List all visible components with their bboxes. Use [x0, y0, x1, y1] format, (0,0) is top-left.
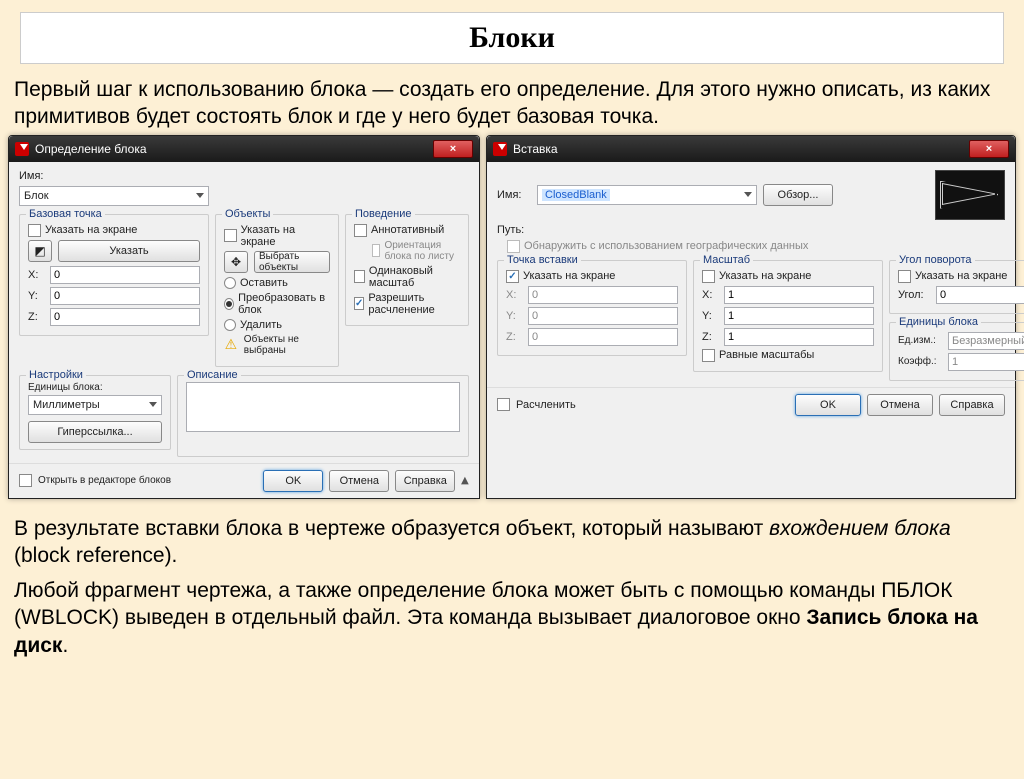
name-label: Имя: [19, 170, 43, 182]
base-y-input[interactable] [50, 287, 200, 305]
base-x-input[interactable] [50, 266, 200, 284]
intro-paragraph: Первый шаг к использованию блока — созда… [0, 72, 1024, 135]
dialog-titlebar: Определение блока × [9, 136, 479, 162]
app-icon [493, 142, 507, 156]
block-definition-dialog: Определение блока × Имя: Блок Базовая то… [8, 135, 480, 499]
pick-point-button[interactable]: Указать [58, 240, 200, 262]
annotative-checkbox[interactable] [354, 224, 367, 237]
cancel-button[interactable]: Отмена [329, 470, 389, 492]
dialog-titlebar: Вставка × [487, 136, 1015, 162]
select-objects-icon-button[interactable]: ✥ [224, 251, 248, 273]
page-title: Блоки [21, 21, 1003, 55]
close-button[interactable]: × [969, 140, 1009, 158]
block-unit-fieldset: Единицы блока Ед.изм.: Коэфф.: [889, 322, 1024, 381]
outro-paragraph-2: Любой фрагмент чертежа, а также определе… [0, 573, 1024, 663]
rotation-specify-checkbox[interactable] [898, 270, 911, 283]
objects-fieldset: Объекты Указать на экране ✥ Выбрать объе… [215, 214, 339, 367]
description-fieldset: Описание [177, 375, 469, 457]
unit-input [948, 332, 1024, 350]
path-label: Путь: [497, 224, 524, 236]
insertion-point-fieldset: Точка вставки Указать на экране X: Y: Z: [497, 260, 687, 356]
expand-icon[interactable]: ▶ [460, 477, 471, 485]
base-point-fieldset: Базовая точка Указать на экране ◩ Указат… [19, 214, 209, 336]
dialogs-container: Определение блока × Имя: Блок Базовая то… [0, 135, 1024, 499]
pick-point-icon-button[interactable]: ◩ [28, 240, 52, 262]
app-icon [15, 142, 29, 156]
insert-y-input [528, 307, 678, 325]
uniform-scale-checkbox[interactable] [702, 349, 715, 362]
settings-fieldset: Настройки Единицы блока: Миллиметры Гипе… [19, 375, 171, 450]
hyperlink-button[interactable]: Гиперссылка... [28, 421, 162, 443]
angle-input[interactable] [936, 286, 1024, 304]
geo-checkbox [507, 240, 520, 253]
rotation-fieldset: Угол поворота Указать на экране Угол: [889, 260, 1024, 314]
outro-paragraph-1: В результате вставки блока в чертеже обр… [0, 511, 1024, 574]
dialog-title: Определение блока [35, 142, 427, 156]
scale-z-input[interactable] [724, 328, 874, 346]
orientation-checkbox [372, 244, 380, 257]
ok-button[interactable]: OK [263, 470, 323, 492]
scale-fieldset: Масштаб Указать на экране X: Y: Z: Равны… [693, 260, 883, 372]
help-button[interactable]: Справка [395, 470, 455, 492]
units-dropdown[interactable]: Миллиметры [28, 395, 162, 415]
allow-exploding-checkbox[interactable] [354, 297, 364, 310]
browse-button[interactable]: Обзор... [763, 184, 833, 206]
block-preview [935, 170, 1005, 220]
explode-checkbox[interactable] [497, 398, 510, 411]
factor-input [948, 353, 1024, 371]
objects-specify-screen-checkbox[interactable] [224, 229, 237, 242]
delete-radio[interactable] [224, 319, 236, 331]
scale-y-input[interactable] [724, 307, 874, 325]
insert-z-input [528, 328, 678, 346]
page-title-bar: Блоки [20, 12, 1004, 64]
select-objects-button[interactable]: Выбрать объекты [254, 251, 330, 273]
behavior-fieldset: Поведение Аннотативный Ориентация блока … [345, 214, 469, 326]
convert-radio[interactable] [224, 298, 234, 310]
insert-name-dropdown[interactable]: ClosedBlank [537, 185, 757, 205]
scale-uniform-checkbox[interactable] [354, 270, 365, 283]
open-in-editor-checkbox[interactable] [19, 474, 32, 487]
retain-radio[interactable] [224, 277, 236, 289]
scale-specify-checkbox[interactable] [702, 270, 715, 283]
help-button[interactable]: Справка [939, 394, 1005, 416]
warning-icon [224, 337, 238, 353]
block-name-dropdown[interactable]: Блок [19, 186, 209, 206]
name-label: Имя: [497, 189, 531, 201]
cancel-button[interactable]: Отмена [867, 394, 933, 416]
insert-x-input [528, 286, 678, 304]
base-specify-screen-checkbox[interactable] [28, 224, 41, 237]
scale-x-input[interactable] [724, 286, 874, 304]
close-button[interactable]: × [433, 140, 473, 158]
insert-specify-checkbox[interactable] [506, 270, 519, 283]
insert-dialog: Вставка × Имя: ClosedBlank Обзор... Путь… [486, 135, 1016, 499]
description-textarea[interactable] [186, 382, 460, 432]
ok-button[interactable]: OK [795, 394, 861, 416]
dialog-title: Вставка [513, 142, 963, 156]
base-z-input[interactable] [50, 308, 200, 326]
